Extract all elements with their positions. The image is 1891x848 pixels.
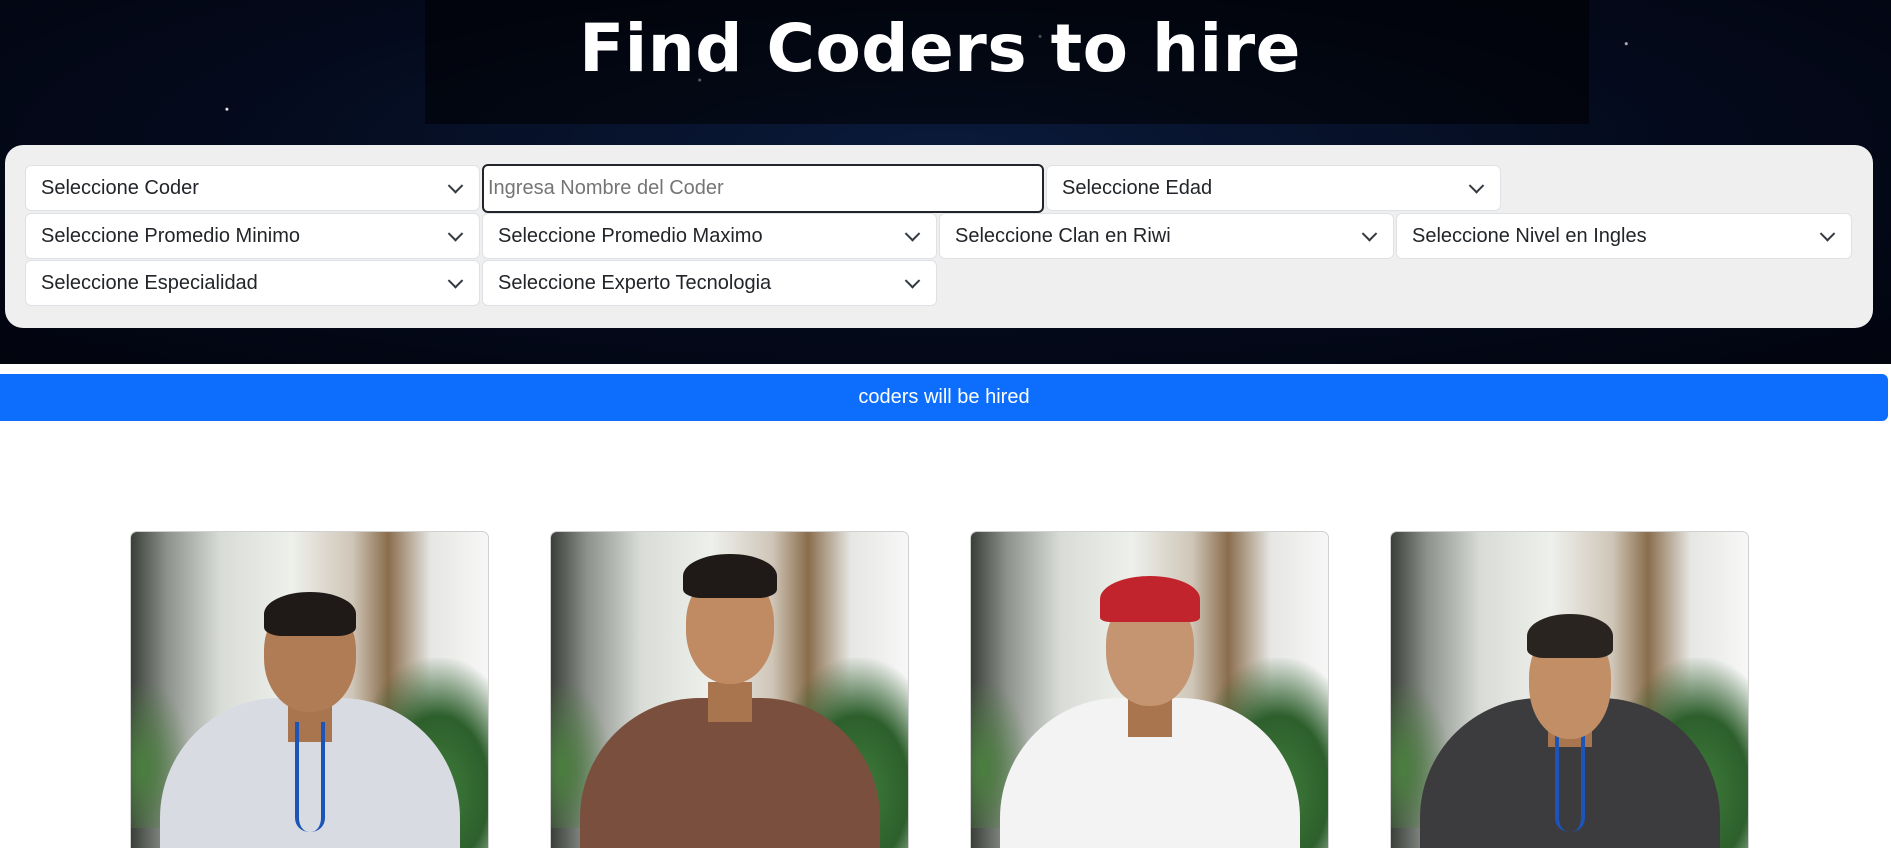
coder-photo-hair [263, 592, 356, 636]
red-cap [1099, 576, 1200, 622]
chevron-down-icon [904, 273, 921, 289]
min-average-select[interactable]: Seleccione Promedio Minimo [25, 213, 480, 259]
coder-name-input[interactable] [482, 164, 1044, 213]
coder-card[interactable] [130, 531, 489, 848]
specialty-select[interactable]: Seleccione Especialidad [25, 260, 480, 306]
hero-header: Find Coders to hire Seleccione Coder Sel… [0, 0, 1891, 364]
coder-photo-hair [682, 554, 777, 598]
filter-panel: Seleccione Coder Seleccione Edad Selecci… [5, 145, 1873, 328]
chevron-down-icon [1819, 226, 1836, 242]
page-title: Find Coders to hire [579, 10, 1301, 87]
age-select-value: Seleccione Edad [1062, 176, 1213, 199]
tech-expert-select-value: Seleccione Experto Tecnologia [498, 271, 772, 294]
coder-card[interactable] [550, 531, 909, 848]
min-average-select-value: Seleccione Promedio Minimo [41, 224, 301, 247]
hire-banner: coders will be hired [0, 374, 1888, 421]
english-level-select[interactable]: Seleccione Nivel en Ingles [1396, 213, 1852, 259]
chevron-down-icon [447, 178, 464, 194]
coder-photo-hair [1526, 614, 1613, 658]
lanyard [294, 722, 325, 832]
age-select[interactable]: Seleccione Edad [1046, 165, 1501, 211]
coder-card[interactable] [970, 531, 1329, 848]
clan-select[interactable]: Seleccione Clan en Riwi [939, 213, 1394, 259]
coder-photo-neck [707, 682, 752, 722]
chevron-down-icon [447, 273, 464, 289]
max-average-select[interactable]: Seleccione Promedio Maximo [482, 213, 937, 259]
clan-select-value: Seleccione Clan en Riwi [955, 224, 1171, 247]
english-level-select-value: Seleccione Nivel en Ingles [1412, 224, 1647, 247]
max-average-select-value: Seleccione Promedio Maximo [498, 224, 763, 247]
tech-expert-select[interactable]: Seleccione Experto Tecnologia [482, 260, 937, 306]
chevron-down-icon [447, 226, 464, 242]
coder-card[interactable] [1390, 531, 1749, 848]
chevron-down-icon [1361, 226, 1378, 242]
chevron-down-icon [904, 226, 921, 242]
specialty-select-value: Seleccione Especialidad [41, 271, 258, 294]
coder-select-value: Seleccione Coder [41, 176, 199, 199]
chevron-down-icon [1468, 178, 1485, 194]
coder-select[interactable]: Seleccione Coder [25, 165, 480, 211]
